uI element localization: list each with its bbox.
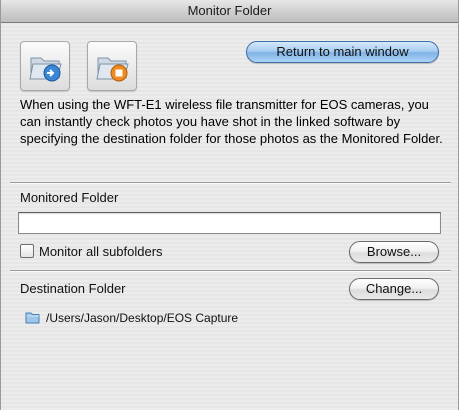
return-to-main-window-label: Return to main window: [276, 44, 409, 59]
separator: [10, 270, 451, 272]
separator: [10, 182, 451, 184]
change-label: Change...: [365, 281, 423, 296]
monitor-all-subfolders-checkbox[interactable]: [20, 244, 34, 258]
description-text: When using the WFT-E1 wireless file tran…: [20, 97, 443, 146]
browse-button[interactable]: Browse...: [349, 241, 439, 263]
monitored-folder-field[interactable]: [18, 212, 441, 234]
monitor-folder-window: Monitor Folder Return to main window Whe…: [0, 0, 459, 410]
monitored-folder-heading: Monitored Folder: [20, 190, 119, 205]
monitor-start-button[interactable]: [20, 41, 70, 91]
window-titlebar[interactable]: Monitor Folder: [1, 0, 458, 23]
folder-link-icon: [29, 57, 62, 82]
destination-folder-heading: Destination Folder: [20, 281, 126, 296]
folder-stop-icon: [96, 57, 129, 82]
monitor-stop-button[interactable]: [87, 41, 137, 91]
folder-icon: [25, 312, 40, 324]
monitor-all-subfolders-label[interactable]: Monitor all subfolders: [39, 244, 163, 259]
destination-folder-path: /Users/Jason/Desktop/EOS Capture: [46, 311, 239, 325]
browse-label: Browse...: [366, 244, 422, 259]
window-title: Monitor Folder: [187, 3, 272, 18]
change-button[interactable]: Change...: [349, 278, 439, 300]
return-to-main-window-button[interactable]: Return to main window: [246, 41, 439, 63]
